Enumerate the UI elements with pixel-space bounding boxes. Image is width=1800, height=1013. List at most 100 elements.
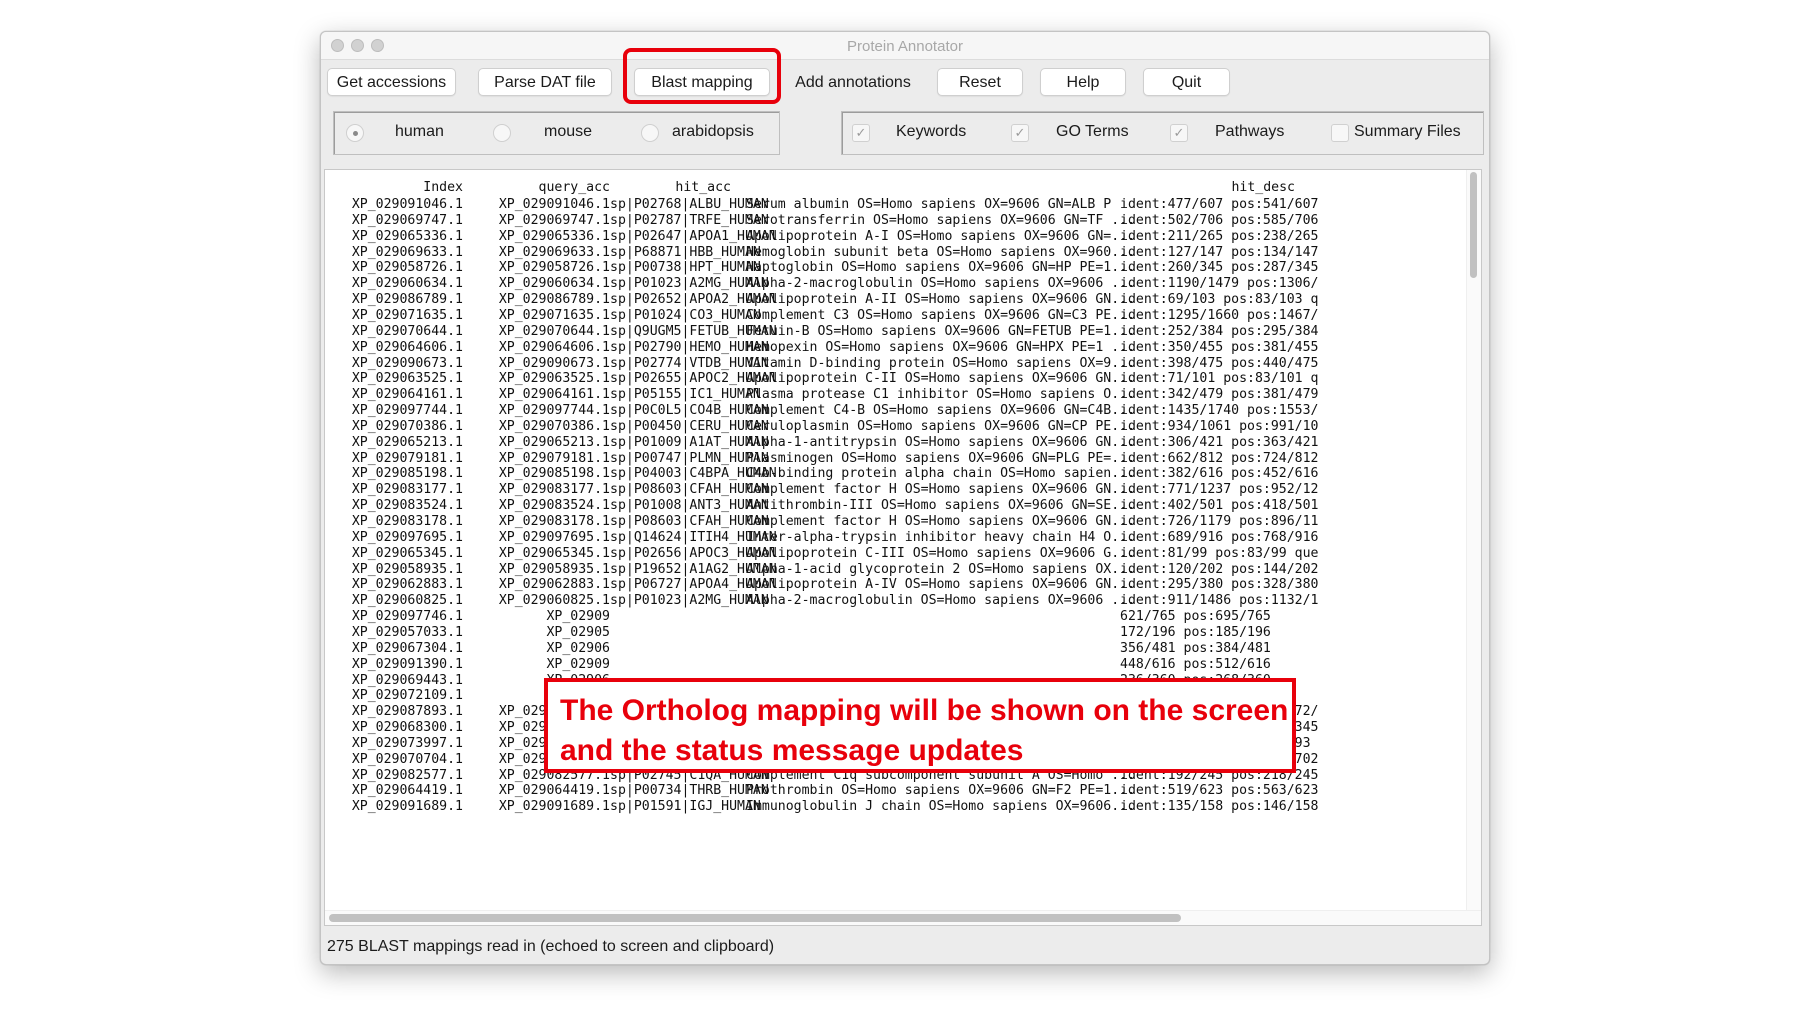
cell-query-acc: XP_029064606.1 [498,339,610,355]
go-terms-label[interactable]: GO Terms [1056,123,1129,141]
radio-arabidopsis-label[interactable]: arabidopsis [672,123,754,141]
cell-query-acc: XP_029086789.1 [498,292,610,308]
cell-index: XP_029097746.1 [351,609,463,625]
cell-hit-desc: Apolipoprotein C-III OS=Homo sapiens OX=… [746,545,1136,561]
cell-stats: 621/765 pos:695/765 [1120,609,1271,625]
radio-human[interactable] [346,124,364,142]
radio-mouse-label[interactable]: mouse [544,123,592,141]
cell-hit-acc: sp|P08603|CFAH_HUMAN [610,514,769,529]
cell-hit-desc: Plasma protease C1 inhibitor OS=Homo sap… [746,387,1136,403]
cell-stats: ident:1295/1660 pos:1467/ [1120,307,1319,323]
cell-hit-desc: Hemoglobin subunit beta OS=Homo sapiens … [746,244,1136,260]
pathways-checkbox[interactable]: ✓ [1170,124,1188,142]
cell-hit-desc: Inter-alpha-trypsin inhibitor heavy chai… [746,529,1136,545]
radio-arabidopsis[interactable] [641,124,659,142]
cell-stats: ident:519/623 pos:563/623 [1120,783,1319,799]
cell-query-acc: XP_029064419.1 [498,783,610,799]
cell-stats: ident:342/479 pos:381/479 [1120,387,1319,403]
cell-index: XP_029065213.1 [351,434,463,450]
status-message: 275 BLAST mappings read in (echoed to sc… [327,938,775,955]
cell-stats: ident:502/706 pos:585/706 [1120,212,1319,228]
cell-hit-acc: sp|P19652|A1AG2_HUMAN [610,561,777,577]
cell-index: XP_029063525.1 [351,371,463,387]
radio-human-label[interactable]: human [395,123,444,141]
cell-hit-acc: sp|P02768|ALBU_HUMAN [610,197,769,212]
cell-index: XP_029060634.1 [351,276,463,292]
cell-query-acc: XP_029097744.1 [498,403,610,419]
get-accessions-button[interactable]: Get accessions [327,68,456,96]
cell-stats: ident:350/455 pos:381/455 [1120,339,1319,355]
cell-query-acc: XP_029064161.1 [498,387,610,403]
cell-stats: ident:1190/1479 pos:1306/ [1120,276,1319,292]
cell-hit-acc: sp|P00734|THRB_HUMAN [610,783,769,799]
horizontal-scrollbar[interactable] [325,910,1481,925]
help-button[interactable]: Help [1040,68,1126,96]
cell-stats: ident:211/265 pos:238/265 [1120,228,1319,244]
summary-files-label[interactable]: Summary Files [1354,123,1461,141]
cell-index: XP_029069443.1 [351,672,463,688]
cell-hit-acc: sp|P01591|IGJ_HUMAN [610,799,761,815]
horizontal-scroll-thumb[interactable] [329,914,1181,922]
cell-stats: ident:477/607 pos:541/607 [1120,197,1319,212]
cell-index: XP_029069633.1 [351,244,463,260]
vertical-scrollbar[interactable] [1466,170,1481,925]
cell-hit-desc: Complement C3 OS=Homo sapiens OX=9606 GN… [746,307,1136,323]
cell-index: XP_029073997.1 [351,735,463,751]
results-text-area[interactable]: Index query_acc hit_acc hit_desc XP_0290… [324,169,1482,926]
cell-hit-desc: Prothrombin OS=Homo sapiens OX=9606 GN=F… [746,783,1136,799]
cell-index: XP_029064606.1 [351,339,463,355]
summary-files-checkbox[interactable] [1331,124,1349,142]
cell-index: XP_029083178.1 [351,514,463,529]
vertical-scroll-thumb[interactable] [1470,172,1477,278]
cell-hit-desc: Ceruloplasmin OS=Homo sapiens OX=9606 GN… [746,418,1136,434]
pathways-label[interactable]: Pathways [1215,123,1284,141]
reset-button[interactable]: Reset [937,68,1023,96]
cell-query-acc: XP_029058935.1 [498,561,610,577]
cell-hit-acc: sp|P0C0L5|CO4B_HUMAN [610,403,769,419]
cell-hit-acc: sp|P02774|VTDB_HUMAN [610,355,769,371]
header-index: Index [423,180,463,195]
cell-index: XP_029085198.1 [351,466,463,482]
cell-index: XP_029064161.1 [351,387,463,403]
keywords-checkbox[interactable]: ✓ [852,124,870,142]
cell-index: XP_029069747.1 [351,212,463,228]
cell-query-acc: XP_029083178.1 [498,514,610,529]
cell-hit-acc: sp|P05155|IC1_HUMAN [610,387,761,403]
table-header-row: Index query_acc hit_acc hit_desc [325,180,1295,198]
cell-query-acc: XP_029085198.1 [498,466,610,482]
cell-index: XP_029097695.1 [351,529,463,545]
cell-hit-desc: Alpha-2-macroglobulin OS=Homo sapiens OX… [746,593,1136,609]
header-hit-desc: hit_desc [1231,180,1295,195]
cell-index: XP_029079181.1 [351,450,463,466]
cell-query-acc: XP_029097695.1 [498,529,610,545]
cell-index: XP_029091390.1 [351,656,463,672]
cell-hit-desc: Apolipoprotein A-IV OS=Homo sapiens OX=9… [746,577,1136,593]
cell-hit-acc: sp|P02787|TRFE_HUMAN [610,212,769,228]
go-terms-checkbox[interactable]: ✓ [1011,124,1029,142]
cell-index: XP_029070644.1 [351,323,463,339]
cell-hit-desc: Hemopexin OS=Homo sapiens OX=9606 GN=HPX… [746,339,1136,355]
cell-hit-acc: sp|Q9UGM5|FETUB_HUMAN [610,323,777,339]
cell-query-acc: XP_029063525.1 [498,371,610,387]
cell-index: XP_029097744.1 [351,403,463,419]
radio-mouse[interactable] [493,124,511,142]
cell-stats: ident:127/147 pos:134/147 [1120,244,1319,260]
cell-hit-desc: Immunoglobulin J chain OS=Homo sapiens O… [746,799,1136,815]
callout-line-2: and the status message updates [560,734,1024,767]
cell-query-acc: XP_029065345.1 [498,545,610,561]
quit-button[interactable]: Quit [1143,68,1230,96]
cell-stats: ident:120/202 pos:144/202 [1120,561,1319,577]
cell-index: XP_029070704.1 [351,751,463,767]
cell-query-acc: XP_029060634.1 [498,276,610,292]
cell-index: XP_029057033.1 [351,624,463,640]
keywords-label[interactable]: Keywords [896,123,966,141]
add-annotations-button[interactable]: Add annotations [786,68,920,96]
cell-hit-acc: sp|P08603|CFAH_HUMAN [610,482,769,498]
parse-dat-file-button[interactable]: Parse DAT file [478,68,612,96]
cell-hit-acc: sp|P02790|HEMO_HUMAN [610,339,769,355]
cell-stats: ident:382/616 pos:452/616 [1120,466,1319,482]
annotation-options-group: ✓ Keywords ✓ GO Terms ✓ Pathways Summary… [841,111,1484,155]
cell-hit-desc: Plasminogen OS=Homo sapiens OX=9606 GN=P… [746,450,1136,466]
cell-index: XP_029067304.1 [351,640,463,656]
cell-hit-desc: Apolipoprotein A-I OS=Homo sapiens OX=96… [746,228,1136,244]
